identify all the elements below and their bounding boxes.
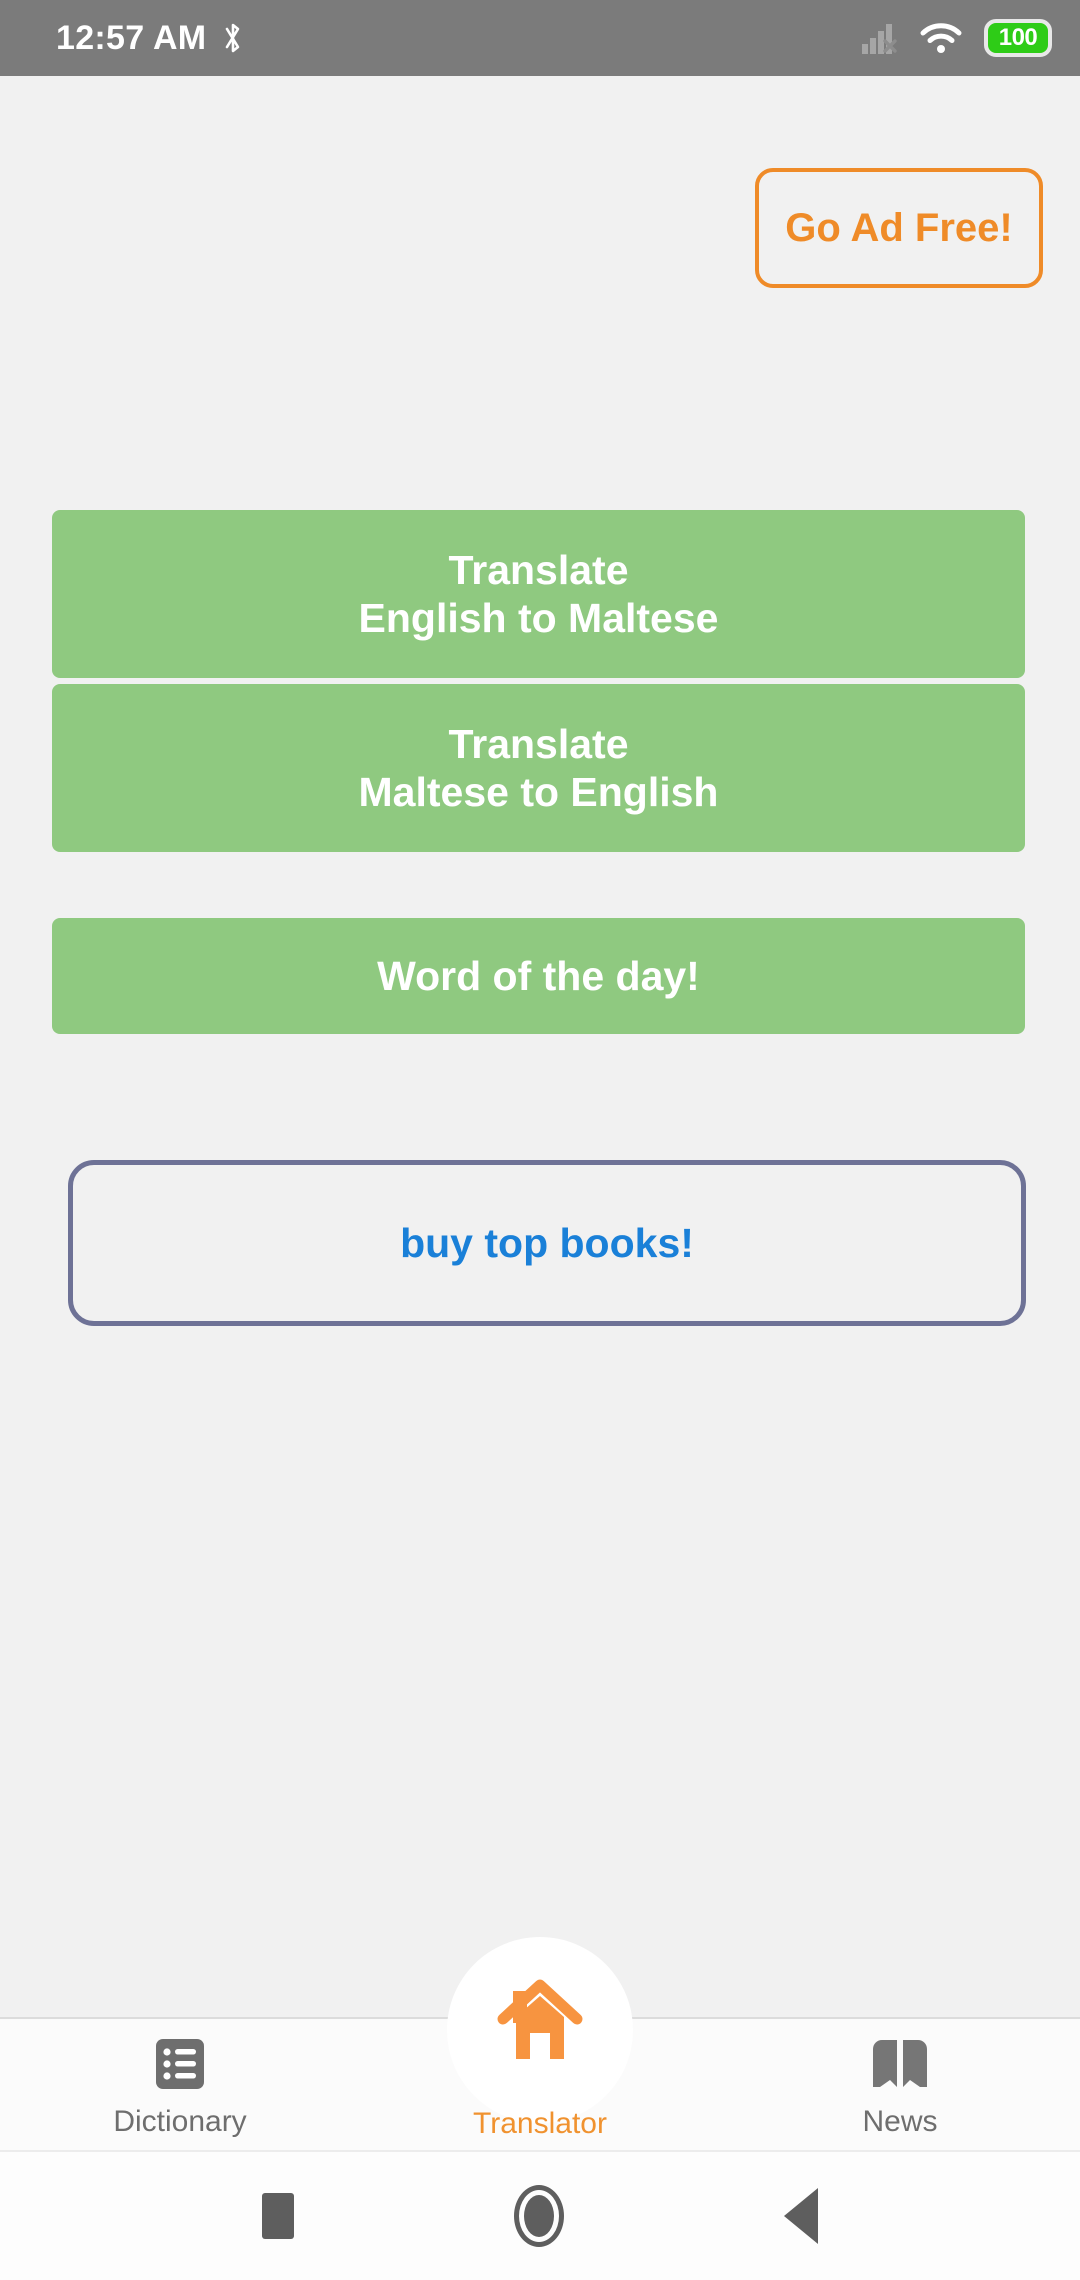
buy-top-books-button[interactable]: buy top books! [68,1160,1026,1326]
recents-square-icon [262,2193,294,2239]
nav-item-news[interactable]: News [720,2019,1080,2150]
go-ad-free-label: Go Ad Free! [785,206,1013,250]
recents-button[interactable] [262,2193,294,2239]
home-icon [485,1963,595,2076]
translate-mt-en-line2: Maltese to English [358,769,719,815]
battery-indicator: 100 [984,19,1052,57]
status-bar-right: 100 [862,19,1052,57]
go-ad-free-button[interactable]: Go Ad Free! [755,168,1043,288]
translate-english-to-maltese-button[interactable]: Translate English to Maltese [52,510,1025,678]
main-content: Go Ad Free! Translate English to Maltese… [0,76,1080,2017]
battery-level-text: 100 [998,24,1038,51]
wifi-icon [920,22,962,54]
book-icon [869,2033,931,2095]
bottom-navigation-bar: Dictionary Translator News [0,1937,1080,2150]
nav-item-translator[interactable]: Translator [360,1937,720,2150]
nav-item-dictionary[interactable]: Dictionary [0,2019,360,2150]
status-bar-left: 12:57 AM [56,20,244,56]
word-of-the-day-label: Word of the day! [377,952,700,999]
word-of-the-day-button[interactable]: Word of the day! [52,918,1025,1034]
nav-label-dictionary: Dictionary [113,2105,247,2138]
buy-top-books-label: buy top books! [400,1219,694,1266]
translate-maltese-to-english-button[interactable]: Translate Maltese to English [52,684,1025,852]
translate-mt-en-line1: Translate [448,720,629,767]
home-circle-icon [514,2185,564,2247]
nav-label-news: News [862,2105,938,2138]
home-circle-inner [524,2195,554,2237]
android-system-navigation [0,2150,1080,2280]
translate-en-mt-line1: Translate [448,546,629,593]
bluetooth-icon [222,20,244,56]
status-clock: 12:57 AM [56,19,207,57]
back-triangle-icon [784,2188,818,2244]
back-button[interactable] [784,2188,818,2244]
status-bar: 12:57 AM 100 [0,0,1080,76]
signal-no-service-icon [862,22,898,54]
home-button[interactable] [514,2185,564,2247]
list-icon [152,2033,208,2095]
nav-label-translator: Translator [473,2107,607,2140]
translate-en-mt-line2: English to Maltese [358,595,719,641]
app-screen: 12:57 AM 100 Go Ad Free! Translate Engli… [0,0,1080,2280]
